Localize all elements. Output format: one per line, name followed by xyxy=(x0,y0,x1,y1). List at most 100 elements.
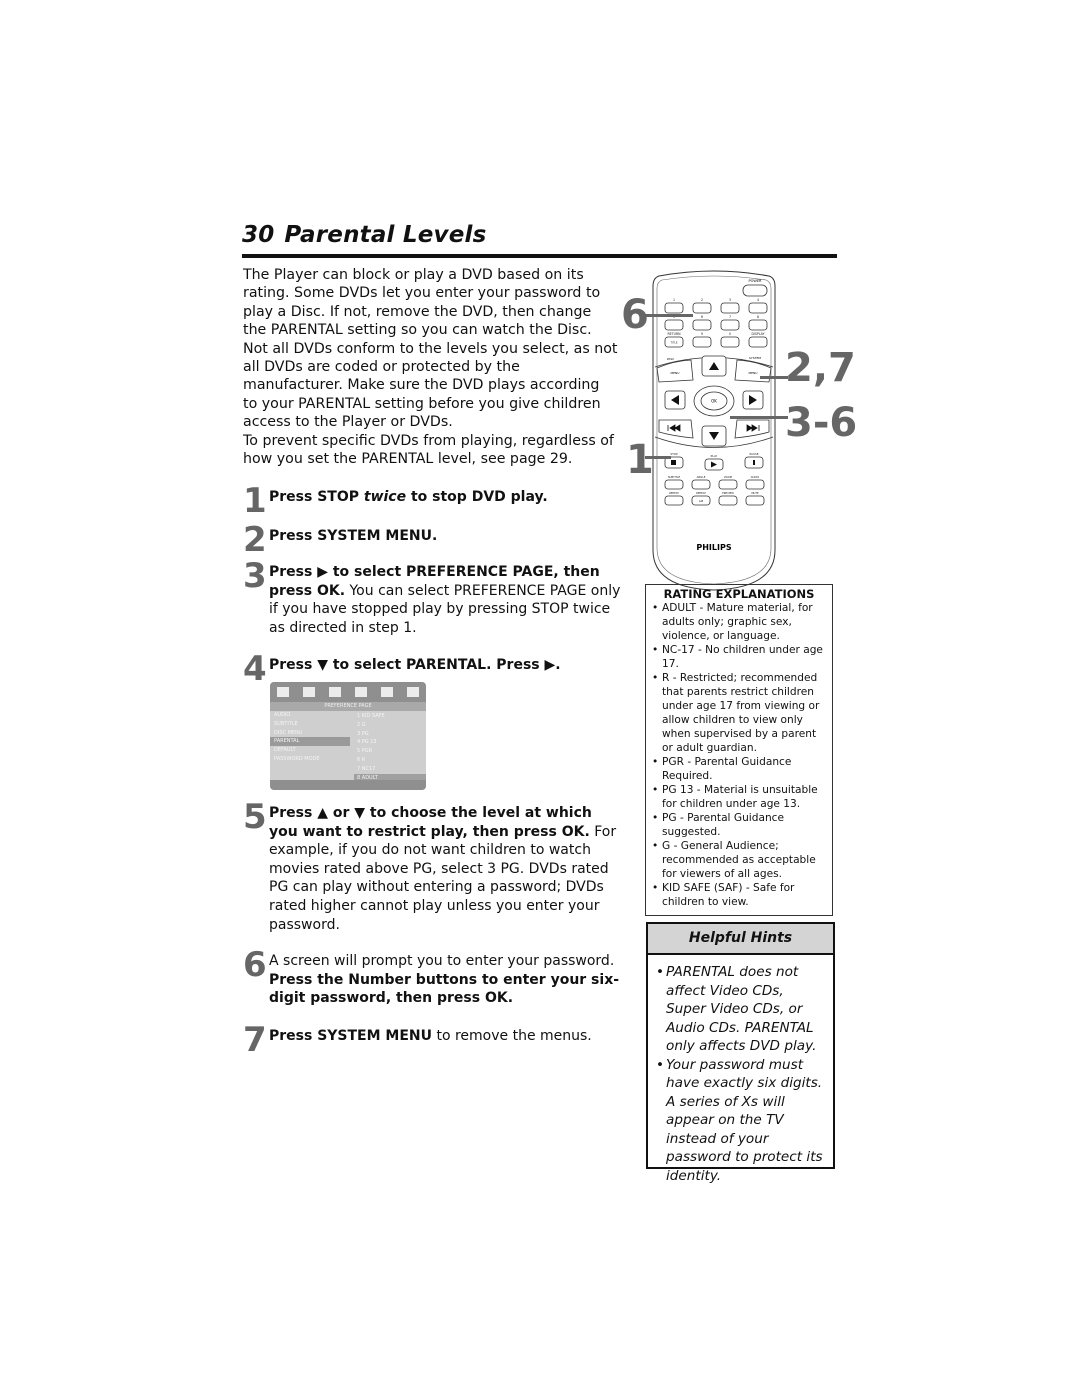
callout-6-line xyxy=(645,314,693,317)
label-display: DISPLAY xyxy=(751,332,764,336)
label-system: SYSTEM xyxy=(749,356,761,360)
label-return: RETURN xyxy=(667,332,681,336)
helpful-hints-heading: Helpful Hints xyxy=(648,924,833,955)
stop-icon xyxy=(671,460,676,465)
level-option: 3 PG xyxy=(357,730,369,737)
label-repeat-ab: REPEAT xyxy=(696,491,706,495)
general-setup-icon xyxy=(277,687,289,697)
step-text: Press ▼ to select PARENTAL. Press ▶. xyxy=(269,657,561,673)
angle-button xyxy=(691,479,711,490)
step-text: Press STOP xyxy=(269,489,364,505)
number-1-button xyxy=(664,302,684,314)
callout-1-line xyxy=(645,456,671,459)
number-8-button xyxy=(748,319,768,331)
intro-paragraph: To prevent specific DVDs from playing, r… xyxy=(243,432,614,468)
video-setup-icon xyxy=(329,687,341,697)
number-5-button xyxy=(664,319,684,331)
label-repeat: REPEAT xyxy=(669,491,679,495)
rating-item: PG 13 - Material is unsuitable for child… xyxy=(652,783,826,811)
label-title: TITLE xyxy=(670,341,677,345)
hints-list: PARENTAL does not affect Video CDs, Supe… xyxy=(648,955,833,1185)
callout-2-7-line xyxy=(760,376,788,379)
step-3: 3 Press ▶ to select PREFERENCE PAGE, the… xyxy=(243,559,623,637)
label-stop: STOP xyxy=(670,452,678,456)
step-number: 6 xyxy=(243,945,267,985)
intro-text: The Player can block or play a DVD based… xyxy=(243,266,618,468)
display-button xyxy=(748,336,768,348)
level-option: 4 PG 13 xyxy=(357,739,377,746)
repeat-button xyxy=(664,495,684,506)
rating-item: ADULT - Mature material, for adults only… xyxy=(652,601,826,643)
label-play: PLAY xyxy=(711,454,718,458)
step-6: 6 A screen will prompt you to enter your… xyxy=(243,948,623,1008)
hint-item: PARENTAL does not affect Video CDs, Supe… xyxy=(656,963,827,1056)
rating-item: KID SAFE (SAF) - Safe for children to vi… xyxy=(652,881,826,909)
step-text: Press SYSTEM MENU. xyxy=(269,528,438,544)
step-number: 4 xyxy=(243,649,267,689)
parental-levels-list: 1 KID SAFE 2 G 3 PG 4 PG 13 5 PGR 6 R 7 … xyxy=(354,712,426,783)
helpful-hints-box: Helpful Hints PARENTAL does not affect V… xyxy=(646,922,835,1184)
step-text-emphasis: twice xyxy=(363,489,407,505)
label-subtitle: SUBTITLE xyxy=(668,475,681,479)
hint-item: Your password must have exactly six digi… xyxy=(656,1056,827,1186)
rating-item: G - General Audience; recommended as acc… xyxy=(652,839,826,881)
audio-button xyxy=(745,479,765,490)
label-disc: DISC xyxy=(667,357,674,361)
step-text: A screen will prompt you to enter your p… xyxy=(269,953,615,969)
preview-button xyxy=(718,495,738,506)
step-4: 4 Press ▼ to select PARENTAL. Press ▶. xyxy=(243,652,623,686)
step-text-bold: Press SYSTEM MENU xyxy=(269,1028,433,1044)
step-number: 3 xyxy=(243,556,267,596)
rating-item: PGR - Parental Guidance Required. xyxy=(652,755,826,783)
intro-paragraph: Not all DVDs conform to the levels you s… xyxy=(243,340,618,431)
power-button xyxy=(742,284,768,297)
step-number: 2 xyxy=(243,520,267,560)
step-2: 2 Press SYSTEM MENU. xyxy=(243,523,623,557)
pause-icon xyxy=(753,460,755,465)
brand-logo: PHILIPS xyxy=(696,543,731,552)
preference-page-icon xyxy=(355,687,367,697)
step-5: 5 Press ▲ or ▼ to choose the level at wh… xyxy=(243,800,623,934)
number-2-button xyxy=(692,302,712,314)
label-8: 8 xyxy=(757,315,759,319)
audio-setup-icon xyxy=(303,687,315,697)
callout-3-6: 3-6 xyxy=(785,400,858,446)
number-4-button xyxy=(748,302,768,314)
level-option: 5 PGR xyxy=(357,748,373,755)
step-number: 1 xyxy=(243,481,267,521)
intro-paragraph: The Player can block or play a DVD based… xyxy=(243,267,601,339)
step-text: to remove the menus. xyxy=(432,1028,592,1044)
label-mute: MUTE xyxy=(751,491,759,495)
label-4: 4 xyxy=(757,298,759,302)
menu-footer-bar xyxy=(270,780,426,790)
step-text-bold: Press the Number buttons to enter your s… xyxy=(269,971,620,1007)
number-3-button xyxy=(720,302,740,314)
step-number: 7 xyxy=(243,1020,267,1060)
level-option: 7 NC17 xyxy=(357,765,376,772)
label-preview: PREVIEW xyxy=(722,491,734,495)
subtitle-button xyxy=(664,479,684,490)
callout-1: 1 xyxy=(626,437,654,483)
label-system-menu: MENU xyxy=(749,371,758,375)
step-1: 1 Press STOP twice to stop DVD play. xyxy=(243,484,623,518)
rating-item: R - Restricted; recommended that parents… xyxy=(652,671,826,755)
callout-3-6-line xyxy=(730,416,788,419)
remote-control-illustration: POWER 1 2 3 4 5 6 7 8 RETURN TITLE 9 0 D… xyxy=(652,270,776,591)
label-9: 9 xyxy=(701,332,703,336)
lock-icon xyxy=(381,687,393,697)
label-ab: A-B xyxy=(699,499,704,503)
rating-item: PG - Parental Guidance suggested. xyxy=(652,811,826,839)
page-number: 30 xyxy=(242,222,275,248)
label-angle: ANGLE xyxy=(697,475,706,479)
number-0-button xyxy=(720,336,740,348)
label-disc-menu: MENU xyxy=(671,371,680,375)
label-7: 7 xyxy=(729,315,731,319)
label-ok: OK xyxy=(711,399,717,404)
rating-item: NC-17 - No children under age 17. xyxy=(652,643,826,671)
number-9-button xyxy=(692,336,712,348)
label-pause: PAUSE xyxy=(749,452,758,456)
menu-item-selected: PARENTAL xyxy=(270,737,350,747)
number-7-button xyxy=(720,319,740,331)
step-7: 7 Press SYSTEM MENU to remove the menus. xyxy=(243,1023,623,1057)
zoom-button xyxy=(718,479,738,490)
